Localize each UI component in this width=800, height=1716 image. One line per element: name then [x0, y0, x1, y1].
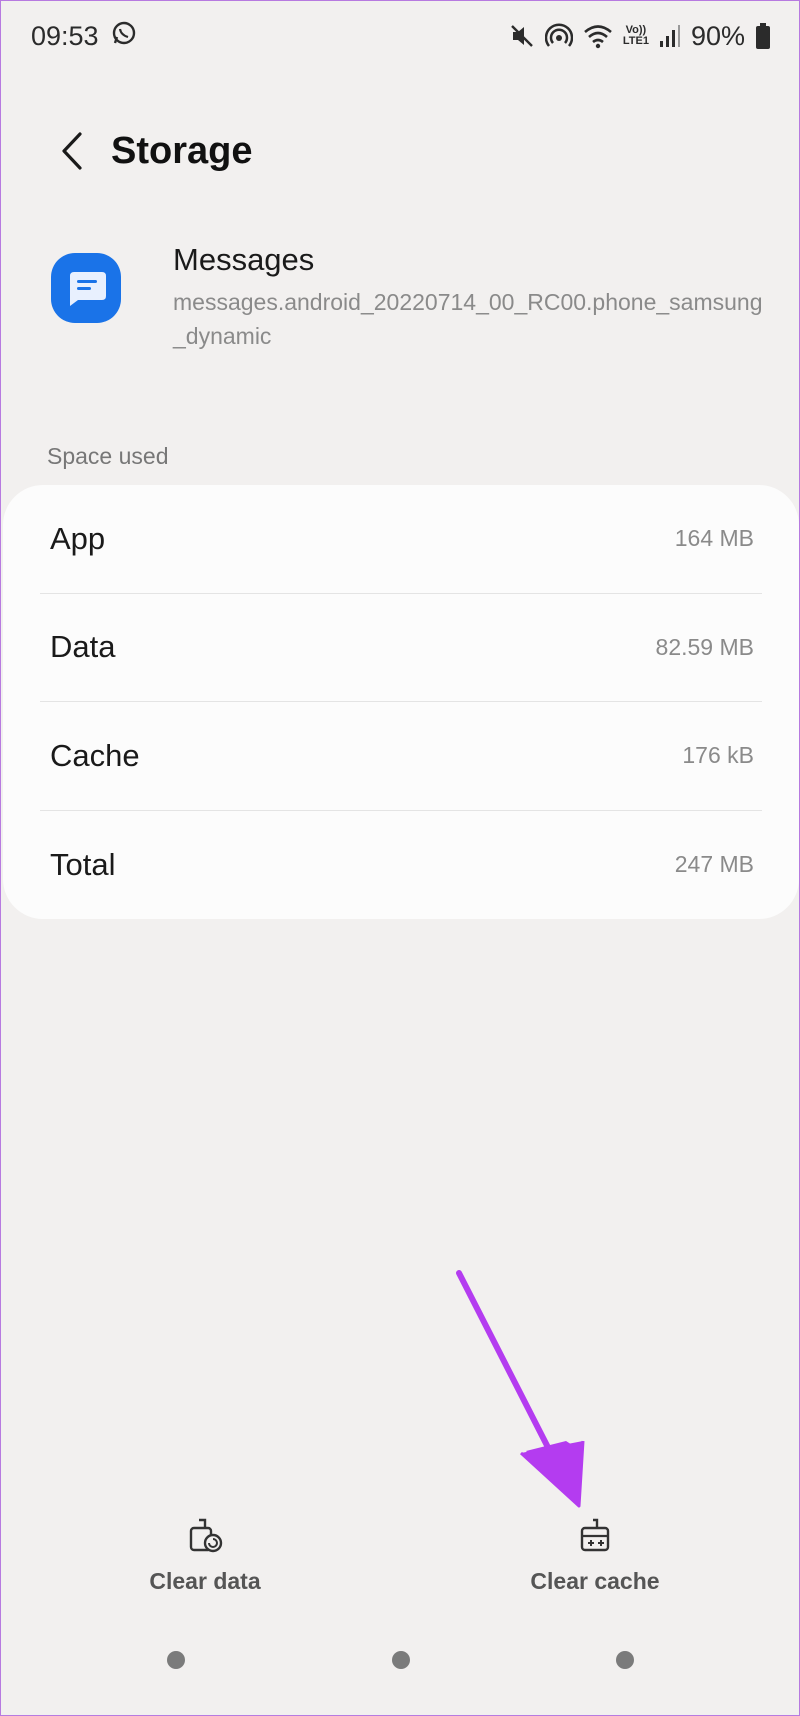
- clear-data-button[interactable]: Clear data: [75, 1516, 335, 1595]
- signal-icon: [659, 23, 681, 49]
- nav-back-button[interactable]: [616, 1651, 634, 1669]
- whatsapp-icon: [111, 20, 137, 53]
- row-value: 247 MB: [674, 851, 754, 878]
- header: Storage: [1, 111, 800, 191]
- battery-level: 90%: [690, 20, 745, 51]
- storage-row-total: Total 247 MB: [40, 811, 762, 920]
- app-name: Messages: [173, 242, 315, 277]
- row-label: App: [50, 520, 106, 556]
- app-info: Messages messages.android_20220714_00_RC…: [51, 241, 771, 353]
- navigation-bar: [1, 1651, 800, 1691]
- clear-cache-button[interactable]: Clear cache: [465, 1516, 725, 1595]
- storage-row-cache: Cache 176 kB: [40, 702, 762, 811]
- mute-icon: [509, 23, 535, 49]
- storage-card: App 164 MB Data 82.59 MB Cache 176 kB To…: [3, 485, 799, 919]
- clear-data-label: Clear data: [149, 1568, 261, 1594]
- clear-cache-icon: [580, 1518, 610, 1552]
- storage-row-data: Data 82.59 MB: [40, 594, 762, 702]
- battery-icon: [755, 22, 771, 50]
- clear-data-icon: [189, 1518, 223, 1553]
- back-button[interactable]: [36, 116, 106, 186]
- nav-home-button[interactable]: [392, 1651, 410, 1669]
- section-label-space-used: Space used: [47, 443, 169, 469]
- page-title: Storage: [111, 129, 253, 172]
- bottom-actions: Clear data Clear cache: [1, 1516, 800, 1606]
- app-version: messages.android_20220714_00_RC00.phone_…: [173, 289, 763, 349]
- status-bar: 09:53 Vo)) LTE1 90%: [1, 1, 800, 71]
- wifi-icon: [583, 23, 613, 49]
- row-label: Cache: [50, 737, 140, 773]
- row-value: 164 MB: [674, 525, 754, 552]
- row-label: Data: [50, 629, 116, 665]
- storage-row-app: App 164 MB: [40, 485, 762, 594]
- network-type: Vo)) LTE1: [622, 24, 649, 47]
- clear-cache-label: Clear cache: [530, 1568, 660, 1594]
- nav-recents-button[interactable]: [167, 1651, 185, 1669]
- row-label: Total: [50, 846, 116, 882]
- row-value: 176 kB: [682, 742, 754, 769]
- row-value: 82.59 MB: [655, 633, 754, 660]
- hotspot-icon: [544, 22, 573, 50]
- status-time: 09:53: [31, 20, 99, 51]
- chevron-left-icon: [62, 132, 82, 170]
- messages-app-icon: [51, 253, 121, 323]
